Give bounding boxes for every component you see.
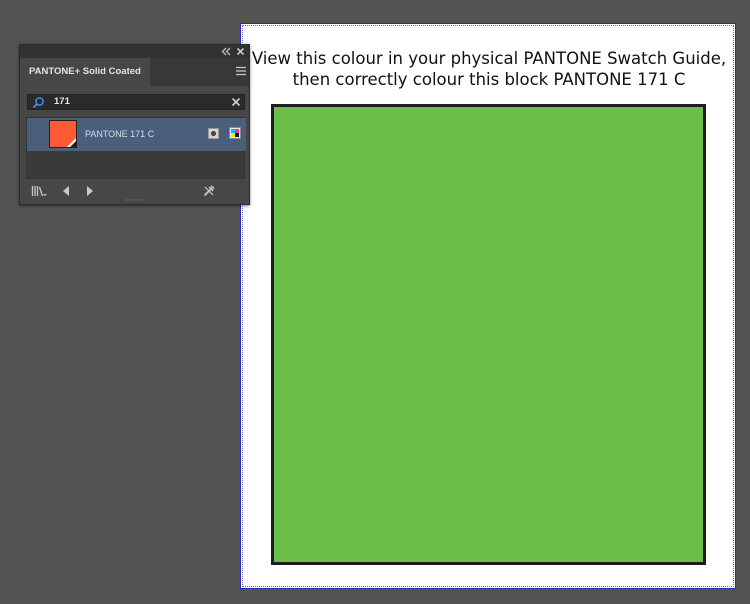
collapse-icon[interactable] xyxy=(220,46,232,57)
artboard[interactable]: View this colour in your physical PANTON… xyxy=(240,23,736,589)
swatch-list: PANTONE 171 C xyxy=(26,117,246,179)
tab-pantone-solid-coated[interactable]: PANTONE+ Solid Coated xyxy=(20,58,150,86)
swatch-row-pantone-171-c[interactable]: PANTONE 171 C xyxy=(27,118,246,151)
pantone-swatch-panel: PANTONE+ Solid Coated 171 PANTONE 171 C xyxy=(19,44,250,205)
instruction-line-1: View this colour in your physical PANTON… xyxy=(251,49,727,68)
color-block[interactable] xyxy=(271,104,706,565)
spot-color-corner-icon xyxy=(67,138,76,147)
next-library-icon[interactable] xyxy=(85,185,95,197)
panel-resize-grip-icon[interactable] xyxy=(124,198,146,202)
panel-title-bar[interactable] xyxy=(20,45,249,58)
panel-menu-icon[interactable] xyxy=(235,66,247,76)
cmyk-mode-icon xyxy=(229,127,241,139)
swatch-search-input[interactable]: 171 xyxy=(27,94,245,110)
panel-tab-strip: PANTONE+ Solid Coated xyxy=(20,58,249,86)
search-icon xyxy=(32,97,44,109)
previous-library-icon[interactable] xyxy=(61,185,71,197)
search-value: 171 xyxy=(54,96,70,107)
instruction-text: View this colour in your physical PANTON… xyxy=(241,48,737,90)
swatch-libraries-menu-icon[interactable] xyxy=(31,185,47,197)
instruction-line-2: then correctly colour this block PANTONE… xyxy=(292,70,686,89)
swatch-color-chip[interactable] xyxy=(49,120,77,148)
spot-color-type-icon xyxy=(208,128,219,139)
swatch-tools-icon[interactable] xyxy=(203,185,215,197)
clear-search-icon[interactable] xyxy=(231,97,241,107)
close-icon[interactable] xyxy=(235,46,246,57)
swatch-name: PANTONE 171 C xyxy=(85,129,155,139)
